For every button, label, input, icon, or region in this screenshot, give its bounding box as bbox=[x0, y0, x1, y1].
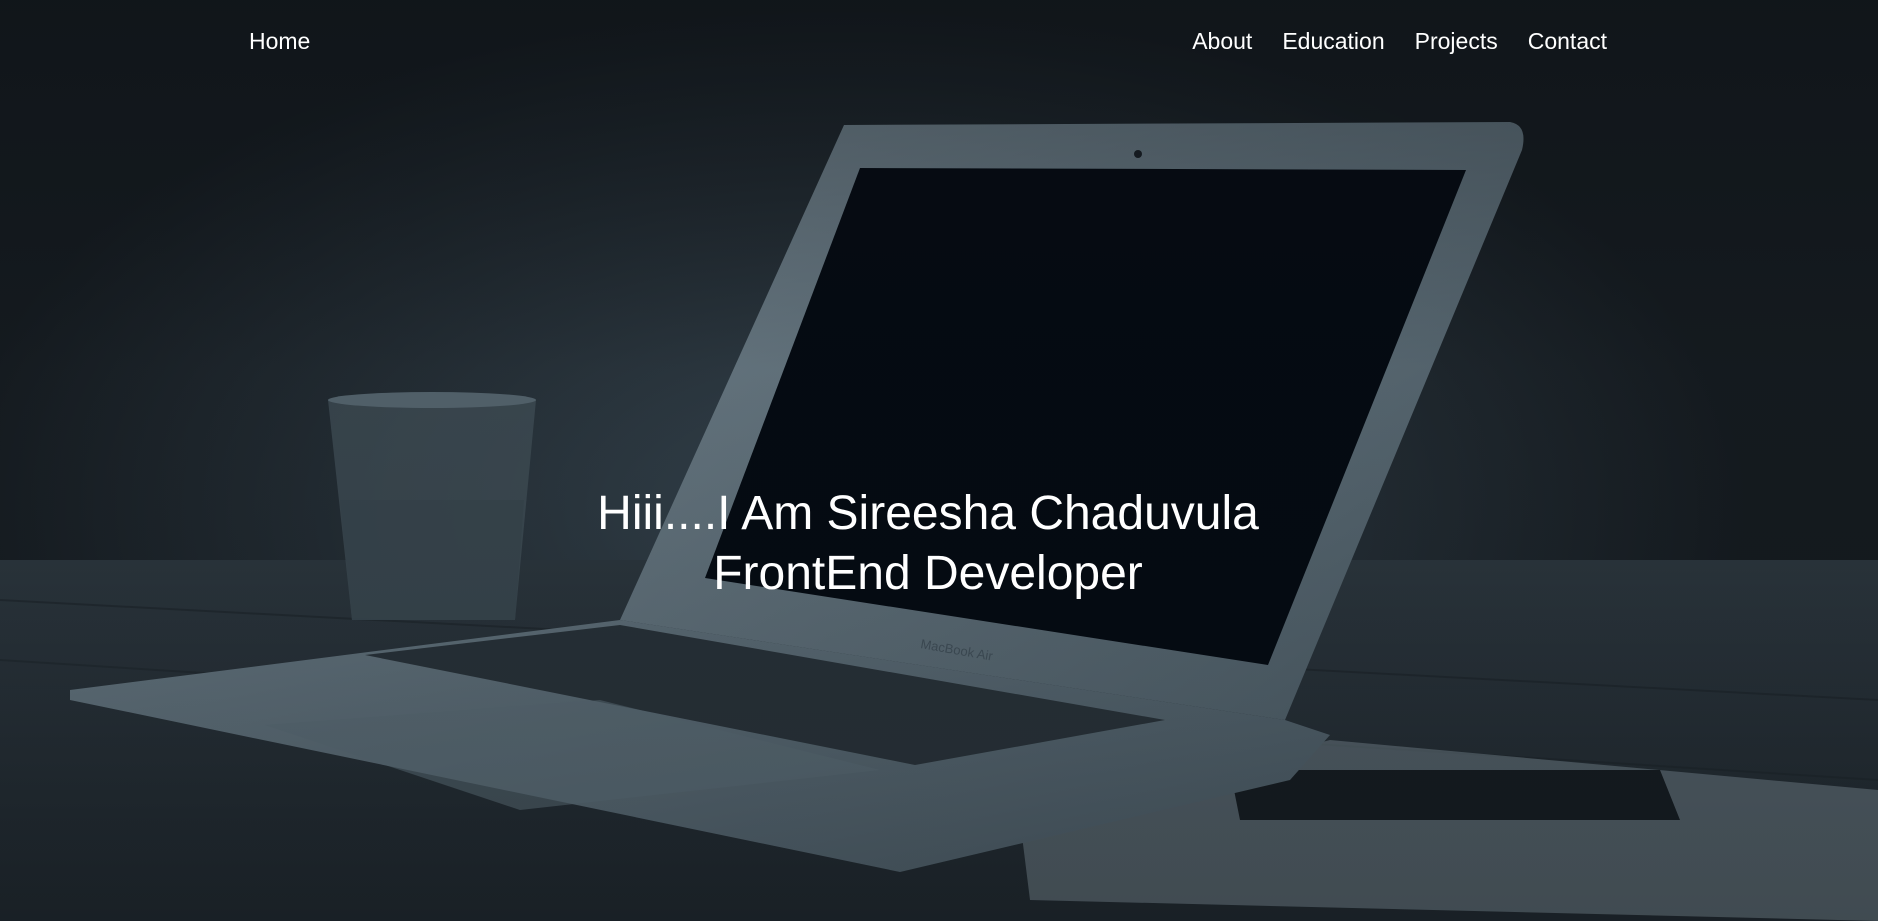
nav-contact-link[interactable]: Contact bbox=[1528, 28, 1607, 55]
nav-education-link[interactable]: Education bbox=[1282, 28, 1384, 55]
hero-headline: Hiii....I Am Sireesha Chaduvula FrontEnd… bbox=[0, 484, 1856, 604]
nav-links: About Education Projects Contact bbox=[1192, 28, 1607, 55]
hero-greeting: Hiii....I Am Sireesha Chaduvula bbox=[597, 487, 1259, 540]
dark-overlay bbox=[0, 0, 1878, 921]
nav-about-link[interactable]: About bbox=[1192, 28, 1252, 55]
top-navigation: Home About Education Projects Contact bbox=[0, 0, 1878, 84]
nav-projects-link[interactable]: Projects bbox=[1415, 28, 1498, 55]
nav-home-link[interactable]: Home bbox=[249, 28, 310, 55]
hero-role: FrontEnd Developer bbox=[713, 547, 1143, 600]
hero-section: Home About Education Projects Contact Hi… bbox=[0, 0, 1878, 921]
